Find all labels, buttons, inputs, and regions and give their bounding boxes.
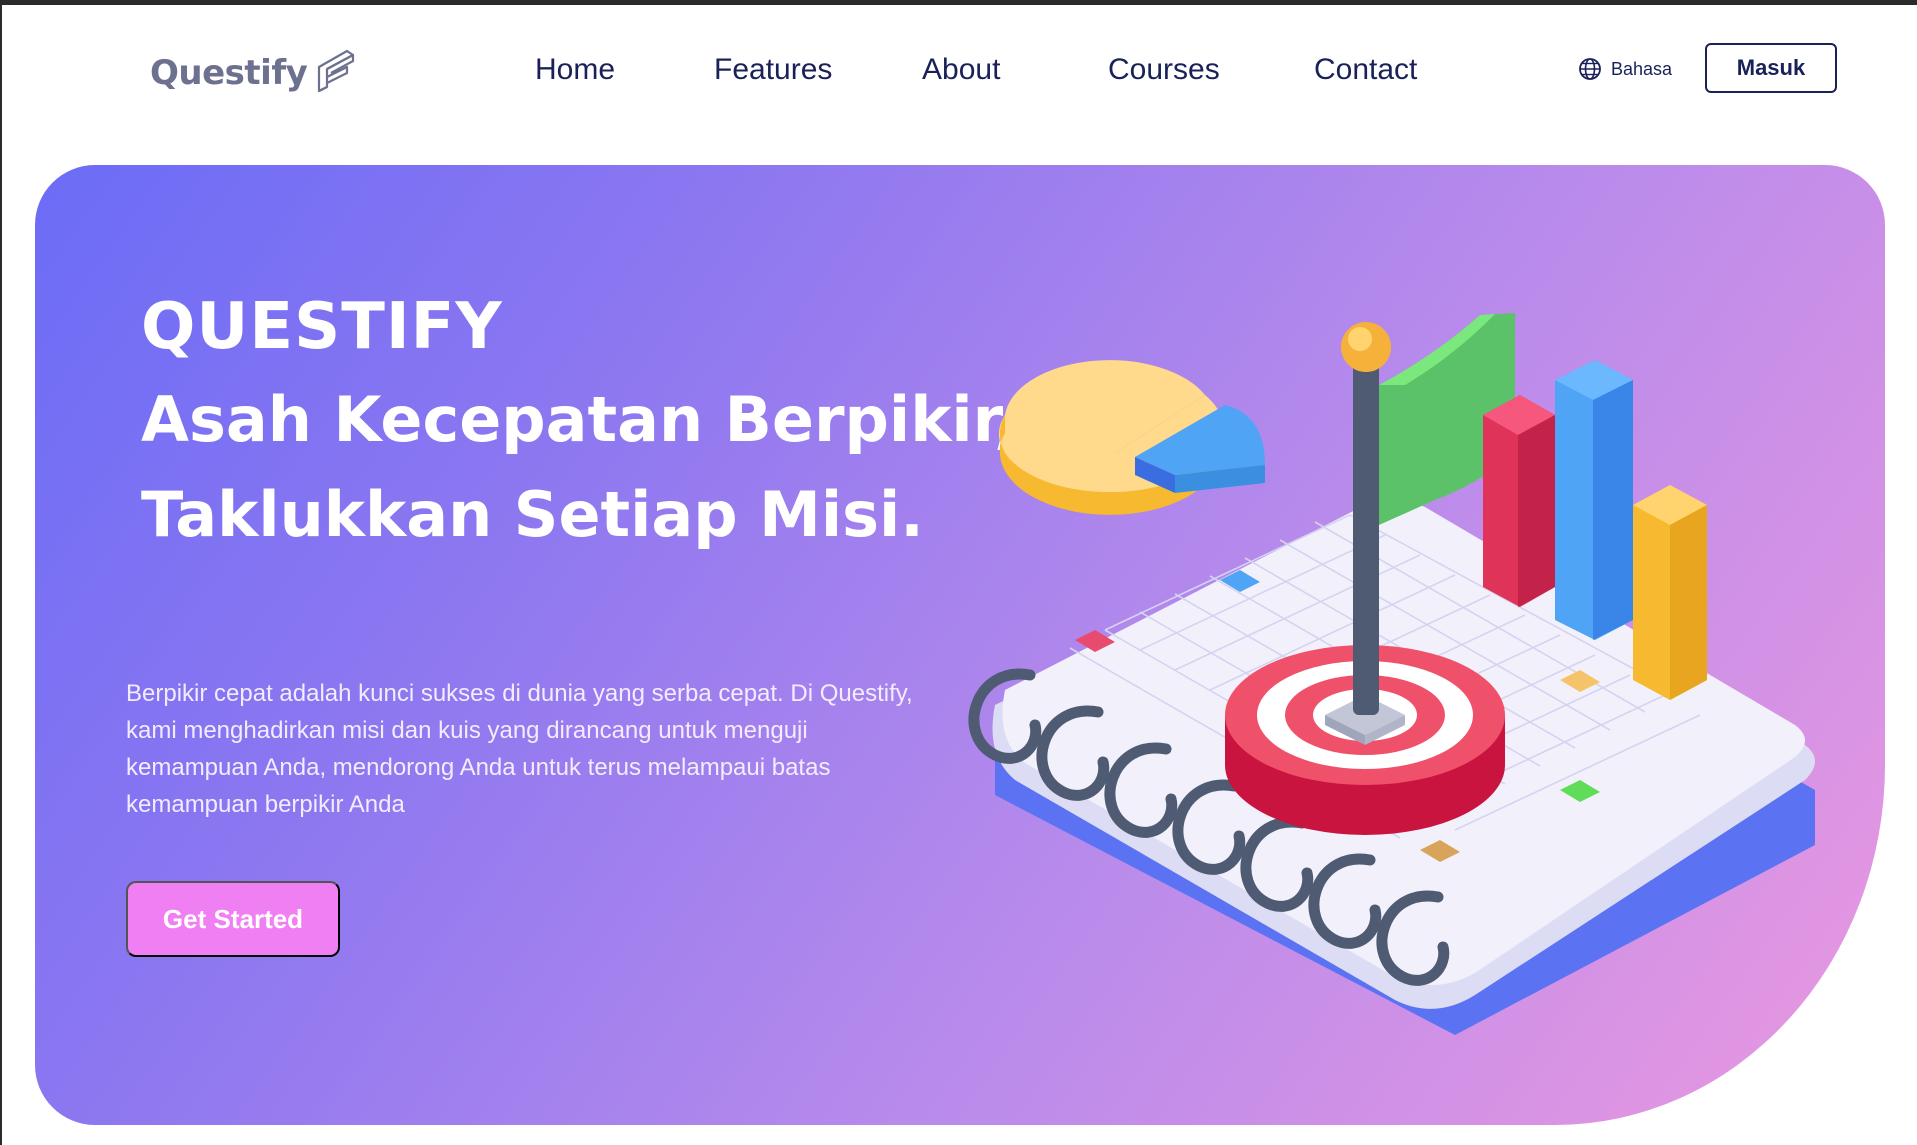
notebook-target-illustration bbox=[968, 313, 1815, 1035]
hero-eyebrow: QUESTIFY bbox=[141, 290, 503, 364]
nav-contact-link[interactable]: Contact bbox=[1314, 53, 1417, 87]
nav-home-link[interactable]: Home bbox=[535, 53, 615, 87]
language-label: Bahasa bbox=[1611, 58, 1673, 79]
window-left-border bbox=[0, 0, 2, 1145]
hero-description: Berpikir cepat adalah kunci sukses di du… bbox=[126, 680, 913, 818]
nav-courses-link[interactable]: Courses bbox=[1108, 53, 1220, 87]
navbar: Questify Home Features About Courses Con… bbox=[0, 5, 1917, 155]
hero-title-line-2: Taklukkan Setiap Misi. bbox=[141, 478, 924, 551]
nav-about-link[interactable]: About bbox=[922, 53, 1000, 87]
hero-title-line-1: Asah Kecepatan Berpikir, bbox=[141, 383, 1018, 456]
login-button[interactable]: Masuk bbox=[1705, 43, 1837, 93]
language-selector[interactable]: Bahasa bbox=[1578, 57, 1672, 81]
nav-features-link[interactable]: Features bbox=[714, 53, 832, 87]
globe-icon bbox=[1579, 58, 1601, 80]
pie-chart-icon bbox=[998, 360, 1265, 515]
hero-section: QUESTIFY Asah Kecepatan Berpikir, Takluk… bbox=[35, 165, 1885, 1125]
get-started-button[interactable]: Get Started bbox=[126, 881, 340, 957]
